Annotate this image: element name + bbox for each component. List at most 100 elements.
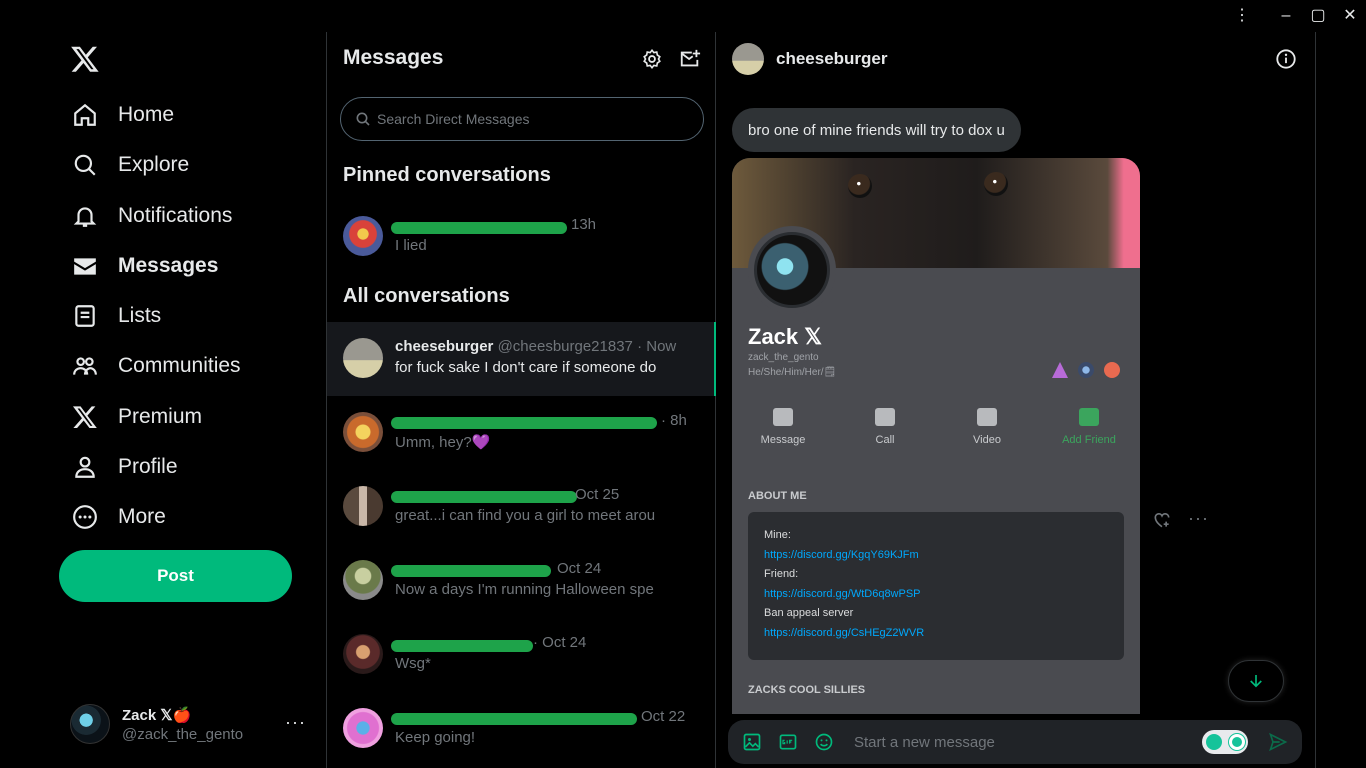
more-horizontal-icon[interactable]: ··· bbox=[285, 712, 306, 733]
message-preview: Keep going! bbox=[395, 729, 476, 746]
nav-explore[interactable]: Explore bbox=[60, 142, 201, 188]
x-logo-icon[interactable] bbox=[70, 44, 100, 74]
redaction-mark bbox=[391, 417, 657, 429]
people-icon bbox=[73, 357, 97, 375]
search-input[interactable] bbox=[377, 111, 677, 127]
maximize-icon[interactable]: ▢ bbox=[1308, 6, 1328, 26]
info-icon[interactable] bbox=[1275, 48, 1297, 70]
nav-premium[interactable]: Premium bbox=[60, 394, 214, 440]
contact-name: cheeseburger bbox=[395, 338, 494, 355]
avatar bbox=[70, 704, 110, 744]
contact-handle: @cheesburge21837 bbox=[497, 338, 633, 355]
nav-home[interactable]: Home bbox=[60, 92, 186, 138]
about-heading: ABOUT ME bbox=[748, 490, 807, 502]
message-preview: I lied bbox=[395, 237, 427, 254]
profile-actions: Message Call Video Add Friend bbox=[732, 408, 1140, 446]
nav-more[interactable]: More bbox=[60, 494, 178, 540]
nav-messages[interactable]: Messages bbox=[60, 243, 230, 289]
redaction-mark bbox=[391, 491, 577, 503]
timestamp: Oct 24 bbox=[557, 560, 602, 577]
triangle-badge-icon bbox=[1052, 362, 1068, 378]
avatar bbox=[748, 226, 836, 314]
add-friend-icon bbox=[1079, 408, 1099, 426]
account-switcher[interactable]: Zack 𝕏🍎 @zack_the_gento ··· bbox=[70, 702, 316, 746]
new-message-icon[interactable] bbox=[679, 48, 701, 70]
title-bar: ⋮ – ▢ ✕ bbox=[0, 0, 1366, 32]
list-item[interactable]: Oct 22 Keep going! bbox=[327, 692, 716, 766]
list-item[interactable]: Oct 25 great...i can find you a girl to … bbox=[327, 470, 716, 544]
about-label: Mine: bbox=[764, 529, 791, 541]
search-icon bbox=[74, 154, 96, 176]
more-horizontal-icon[interactable]: ··· bbox=[1188, 508, 1209, 529]
redaction-mark bbox=[391, 713, 637, 725]
avatar bbox=[343, 338, 383, 378]
post-button[interactable]: Post bbox=[59, 550, 292, 602]
image-icon[interactable] bbox=[742, 732, 762, 752]
profile-badges bbox=[1052, 362, 1120, 378]
timestamp: 13h bbox=[571, 216, 597, 233]
nav-label: Lists bbox=[118, 304, 162, 327]
conversation-header: cheeseburger bbox=[716, 32, 1315, 86]
conversation-pane: cheeseburger bro one of mine friends wil… bbox=[716, 32, 1316, 768]
nav-notifications[interactable]: Notifications bbox=[60, 193, 244, 239]
timestamp: Oct 22 bbox=[641, 708, 686, 725]
avatar bbox=[343, 216, 383, 256]
account-name: Zack 𝕏🍎 bbox=[122, 706, 192, 724]
message-input[interactable] bbox=[854, 733, 1174, 751]
gif-icon[interactable] bbox=[778, 732, 798, 752]
nitro-badge-icon bbox=[1078, 362, 1094, 378]
search-bar[interactable] bbox=[340, 97, 704, 141]
send-icon[interactable] bbox=[1268, 732, 1288, 752]
conversation-title[interactable]: cheeseburger bbox=[776, 49, 888, 69]
timestamp: · 8h bbox=[661, 412, 687, 429]
action-video: Video bbox=[942, 408, 1032, 446]
list-item[interactable]: · Oct 24 Wsg* bbox=[327, 618, 716, 692]
nav-communities[interactable]: Communities bbox=[60, 343, 253, 389]
about-label: Ban appeal server bbox=[764, 607, 854, 619]
window-menu-icon[interactable]: ⋮ bbox=[1232, 6, 1252, 26]
about-link: https://discord.gg/KgqY69KJFm bbox=[764, 548, 919, 561]
bell-icon bbox=[73, 207, 97, 227]
grammarly-widget[interactable] bbox=[1202, 730, 1248, 754]
timestamp: · Now bbox=[637, 338, 677, 355]
shared-image[interactable]: Zack 𝕏 zack_the_gento He/She/Him/Her/🗒 M… bbox=[732, 158, 1140, 714]
close-icon[interactable]: ✕ bbox=[1340, 6, 1360, 26]
gear-icon[interactable] bbox=[641, 48, 663, 70]
heart-plus-icon[interactable] bbox=[1152, 510, 1172, 530]
chat-bubble-icon bbox=[773, 408, 793, 426]
video-camera-icon bbox=[977, 408, 997, 426]
timestamp: · Oct 24 bbox=[533, 634, 587, 651]
nav-label: Home bbox=[118, 103, 175, 126]
list-item[interactable]: · 8h Umm, hey?💜 bbox=[327, 396, 716, 470]
envelope-icon bbox=[74, 258, 96, 275]
list-item[interactable]: Oct 24 Now a days I'm running Halloween … bbox=[327, 544, 716, 618]
message-preview: for fuck sake I don't care if someone do bbox=[395, 359, 657, 376]
grammarly-icon bbox=[1228, 734, 1245, 750]
dog-eye bbox=[984, 172, 1008, 196]
nav-lists[interactable]: Lists bbox=[60, 293, 173, 339]
avatar[interactable] bbox=[732, 43, 764, 75]
message-composer bbox=[728, 720, 1302, 764]
list-item[interactable]: cheeseburger @cheesburge21837 · Now for … bbox=[327, 322, 716, 396]
pinned-heading: Pinned conversations bbox=[343, 164, 551, 186]
nav-label: Communities bbox=[118, 354, 241, 377]
x-logo-icon bbox=[72, 406, 97, 429]
nav-profile[interactable]: Profile bbox=[60, 444, 190, 490]
minimize-icon[interactable]: – bbox=[1276, 6, 1296, 26]
emoji-icon[interactable] bbox=[814, 732, 834, 752]
list-item[interactable]: 13h I lied bbox=[327, 200, 716, 274]
action-add-friend: Add Friend bbox=[1044, 408, 1134, 446]
profile-name: Zack 𝕏 bbox=[748, 324, 822, 349]
action-message: Message bbox=[738, 408, 828, 446]
message-bubble: bro one of mine friends will try to dox … bbox=[732, 108, 1021, 152]
profile-username: zack_the_gento bbox=[748, 352, 819, 363]
avatar bbox=[343, 634, 383, 674]
redaction-mark bbox=[391, 640, 533, 652]
scroll-to-bottom-button[interactable] bbox=[1228, 660, 1284, 702]
phone-icon bbox=[875, 408, 895, 426]
sidebar-nav: Home Explore Notifications Messages List… bbox=[0, 32, 326, 768]
account-handle: @zack_the_gento bbox=[122, 725, 244, 743]
nav-label: Explore bbox=[118, 153, 190, 176]
message-preview: Now a days I'm running Halloween spe bbox=[395, 581, 654, 598]
search-icon bbox=[356, 112, 370, 126]
